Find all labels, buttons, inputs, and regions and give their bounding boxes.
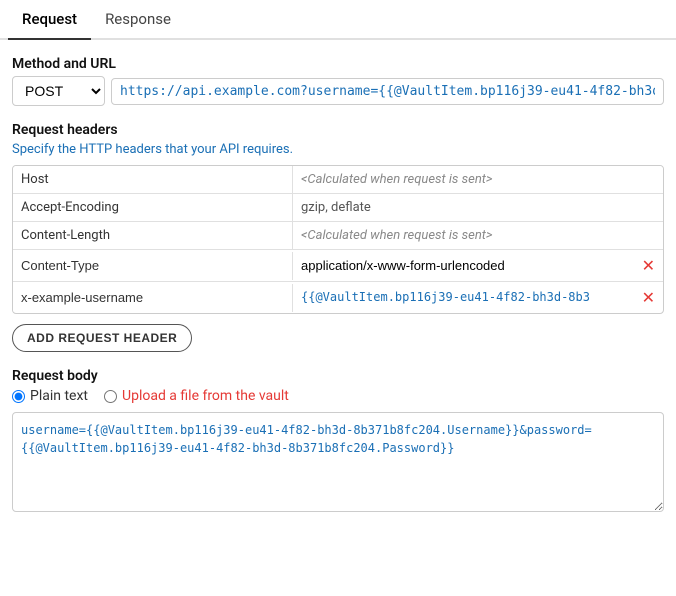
request-body-section: Request body Plain text Upload a file fr…	[0, 368, 676, 516]
header-value-content-type[interactable]	[293, 252, 634, 280]
header-name-content-type-input[interactable]	[21, 258, 284, 273]
method-url-section: Method and URL POST GET PUT PATCH DELETE	[0, 56, 676, 106]
body-type-radio-group: Plain text Upload a file from the vault	[12, 388, 664, 404]
header-value-content-length: <Calculated when request is sent>	[293, 222, 663, 249]
upload-vault-radio[interactable]	[104, 390, 117, 403]
request-body-title: Request body	[12, 368, 664, 384]
method-url-title: Method and URL	[12, 56, 664, 72]
header-name-content-length: Content-Length	[13, 222, 293, 249]
header-value-x-example-username[interactable]	[293, 284, 634, 311]
header-name-x-example-username-input[interactable]	[21, 290, 284, 305]
plain-text-radio-label[interactable]: Plain text	[12, 388, 88, 404]
table-row: ✕	[13, 250, 663, 282]
table-row: Accept-Encoding gzip, deflate	[13, 194, 663, 222]
add-request-header-button[interactable]: ADD REQUEST HEADER	[12, 324, 192, 352]
header-name-host: Host	[13, 166, 293, 193]
upload-vault-radio-label[interactable]: Upload a file from the vault	[104, 388, 289, 404]
header-name-x-example-username[interactable]	[13, 284, 293, 312]
plain-text-radio[interactable]	[12, 390, 25, 403]
header-value-accept-encoding: gzip, deflate	[293, 194, 663, 221]
table-row: ✕	[13, 282, 663, 313]
header-value-host: <Calculated when request is sent>	[293, 166, 663, 193]
header-value-x-example-username-input[interactable]	[301, 290, 626, 304]
header-name-accept-encoding: Accept-Encoding	[13, 194, 293, 221]
plain-text-label: Plain text	[30, 388, 88, 404]
tab-response[interactable]: Response	[91, 0, 185, 40]
request-headers-subtitle: Specify the HTTP headers that your API r…	[12, 142, 664, 157]
method-select[interactable]: POST GET PUT PATCH DELETE	[12, 76, 105, 106]
request-headers-title: Request headers	[12, 122, 664, 138]
url-input[interactable]	[111, 78, 664, 105]
headers-grid: Host <Calculated when request is sent> A…	[12, 165, 664, 314]
request-headers-section: Request headers Specify the HTTP headers…	[0, 122, 676, 352]
table-row: Host <Calculated when request is sent>	[13, 166, 663, 194]
header-name-content-type[interactable]	[13, 252, 293, 280]
upload-vault-label: Upload a file from the vault	[122, 388, 289, 404]
method-url-row: POST GET PUT PATCH DELETE	[12, 76, 664, 106]
table-row: Content-Length <Calculated when request …	[13, 222, 663, 250]
tabs-bar: Request Response	[0, 0, 676, 40]
delete-content-type-button[interactable]: ✕	[634, 250, 663, 281]
tab-request[interactable]: Request	[8, 0, 91, 40]
request-body-textarea[interactable]	[12, 412, 664, 512]
delete-x-example-username-button[interactable]: ✕	[634, 282, 663, 313]
header-value-content-type-input[interactable]	[301, 258, 626, 273]
